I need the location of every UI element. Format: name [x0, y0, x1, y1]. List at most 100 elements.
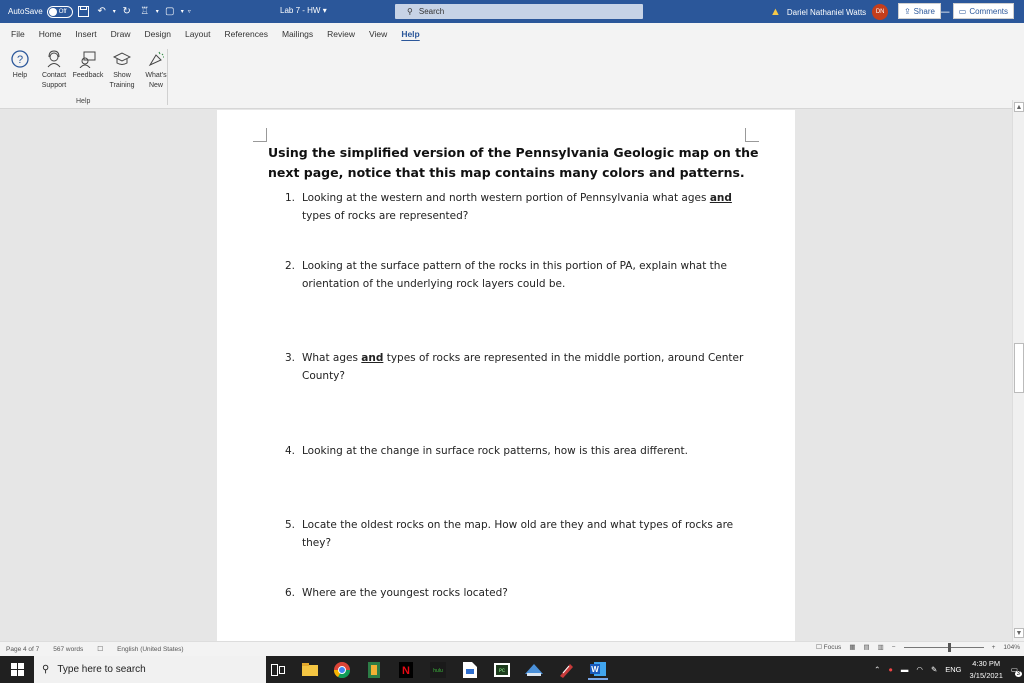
training-cap-icon: [112, 49, 132, 69]
warning-icon[interactable]: ▲: [770, 6, 781, 18]
zoom-out-icon[interactable]: −: [892, 644, 896, 651]
file-explorer-icon[interactable]: [300, 660, 320, 680]
clock-time: 4:30 PM: [972, 658, 1001, 668]
tab-review[interactable]: Review: [320, 23, 362, 45]
question-icon: ?: [10, 49, 30, 69]
terminal-icon[interactable]: PC: [492, 660, 512, 680]
group-divider: [167, 49, 168, 105]
question-6[interactable]: 6. Where are the youngest rocks located?: [285, 584, 755, 602]
tab-draw[interactable]: Draw: [104, 23, 138, 45]
hulu-icon[interactable]: hulu: [428, 660, 448, 680]
cloud-app-icon[interactable]: [524, 660, 544, 680]
focus-button[interactable]: ☐ Focus: [816, 643, 841, 651]
language-status[interactable]: English (United States): [117, 646, 183, 653]
tab-help[interactable]: Help: [394, 23, 426, 45]
autosave-toggle[interactable]: Off: [46, 5, 73, 18]
tab-references[interactable]: References: [218, 23, 275, 45]
web-layout-icon[interactable]: ▥: [878, 643, 884, 651]
document-dropdown-icon[interactable]: ▾: [181, 8, 184, 15]
taskbar-search[interactable]: ⚲ Type here to search: [34, 656, 266, 683]
comments-button[interactable]: ▭ Comments: [952, 3, 1014, 19]
read-mode-icon[interactable]: ▦: [849, 643, 855, 651]
megaphone-icon: [146, 49, 166, 69]
feedback-button[interactable]: Feedback: [72, 47, 104, 91]
netflix-icon[interactable]: N: [396, 660, 416, 680]
document-page[interactable]: Using the simplified version of the Penn…: [217, 110, 795, 641]
input-language[interactable]: ENG: [945, 665, 961, 674]
redo-icon[interactable]: ↻: [120, 5, 134, 19]
margin-mark: [745, 128, 759, 142]
status-bar: Page 4 of 7 567 words ☐ English (United …: [0, 641, 1024, 656]
print-layout-icon[interactable]: ▤: [863, 643, 869, 651]
document-icon[interactable]: ▢: [163, 5, 177, 19]
wifi-icon[interactable]: ◠: [916, 665, 923, 674]
comment-icon: ▭: [958, 6, 967, 16]
question-4[interactable]: 4. Looking at the change in surface rock…: [285, 442, 755, 460]
headset-icon: [44, 49, 64, 69]
word-app-icon[interactable]: W: [588, 660, 608, 680]
chrome-icon[interactable]: [332, 660, 352, 680]
tab-layout[interactable]: Layout: [178, 23, 218, 45]
word-count[interactable]: 567 words: [53, 646, 83, 653]
page-count[interactable]: Page 4 of 7: [6, 646, 39, 653]
contact-support-button[interactable]: Contact Support: [38, 47, 70, 91]
question-3[interactable]: 3. What ages and types of rocks are repr…: [285, 349, 755, 385]
battery-icon[interactable]: ▬: [901, 665, 909, 674]
svg-text:N: N: [402, 665, 410, 677]
scroll-thumb[interactable]: [1014, 343, 1024, 393]
pen-workspace-icon[interactable]: ✎: [931, 665, 937, 674]
tab-insert[interactable]: Insert: [68, 23, 103, 45]
vertical-scrollbar[interactable]: ▲ ▼: [1012, 100, 1024, 641]
clock-date: 3/15/2021: [969, 670, 1003, 680]
format-dropdown-icon[interactable]: ▾: [156, 8, 159, 15]
document-area[interactable]: Using the simplified version of the Penn…: [0, 110, 1012, 641]
autosave-label: AutoSave: [8, 7, 43, 16]
avatar[interactable]: DN: [872, 4, 889, 20]
share-button[interactable]: ⇪ Share: [897, 3, 941, 19]
autosave-state: Off: [58, 8, 67, 15]
question-1[interactable]: 1. Looking at the western and north west…: [285, 189, 755, 225]
format-painter-icon[interactable]: ♖: [138, 5, 152, 19]
tab-view[interactable]: View: [362, 23, 394, 45]
undo-icon[interactable]: ↶: [95, 5, 109, 19]
question-5[interactable]: 5. Locate the oldest rocks on the map. H…: [285, 516, 755, 552]
tab-design[interactable]: Design: [138, 23, 178, 45]
document-title[interactable]: Lab 7 - HW ▾: [280, 6, 327, 15]
group-label-help: Help: [76, 98, 91, 105]
security-icon[interactable]: ●: [888, 665, 893, 674]
tab-file[interactable]: File: [0, 23, 32, 45]
svg-text:W: W: [591, 665, 599, 674]
proofing-icon[interactable]: ☐: [97, 645, 103, 653]
scroll-down-icon[interactable]: ▼: [1014, 628, 1024, 638]
zoom-slider[interactable]: [903, 642, 984, 652]
search-icon: ⚲: [42, 664, 50, 675]
tray-chevron-icon[interactable]: ⌃: [874, 665, 880, 674]
feedback-icon: [78, 49, 98, 69]
ribbon-tabs: File Home Insert Draw Design Layout References…: [0, 23, 1024, 45]
customize-toolbar-icon[interactable]: ▿: [188, 8, 191, 15]
svg-text:PC: PC: [499, 668, 505, 674]
undo-dropdown-icon[interactable]: ▾: [113, 8, 116, 15]
show-training-button[interactable]: Show Training: [106, 47, 138, 91]
search-placeholder: Search: [418, 7, 445, 16]
tab-mailings[interactable]: Mailings: [275, 23, 320, 45]
search-box[interactable]: ⚲ Search: [395, 4, 643, 19]
document-heading[interactable]: Using the simplified version of the Penn…: [268, 143, 768, 183]
question-2[interactable]: 2. Looking at the surface pattern of the…: [285, 257, 755, 293]
bookmark-app-icon[interactable]: [364, 660, 384, 680]
zoom-in-icon[interactable]: +: [992, 644, 996, 651]
help-button[interactable]: ? Help: [4, 47, 36, 91]
notification-icon[interactable]: ▭ 3: [1011, 665, 1022, 677]
ribbon-help-panel: ? Help Contact Support Feedback Show Train…: [0, 45, 1024, 109]
document-app-icon[interactable]: [460, 660, 480, 680]
zoom-level[interactable]: 104%: [1003, 644, 1020, 651]
tab-home[interactable]: Home: [32, 23, 69, 45]
pen-app-icon[interactable]: [556, 660, 576, 680]
clock[interactable]: 4:30 PM 3/15/2021: [970, 658, 1003, 682]
scroll-up-icon[interactable]: ▲: [1014, 102, 1024, 112]
task-view-icon[interactable]: [268, 660, 288, 680]
windows-start-icon[interactable]: [0, 656, 34, 683]
user-name[interactable]: Dariel Nathaniel Watts: [787, 8, 866, 17]
share-icon: ⇪: [903, 6, 911, 16]
save-icon[interactable]: [77, 5, 91, 19]
